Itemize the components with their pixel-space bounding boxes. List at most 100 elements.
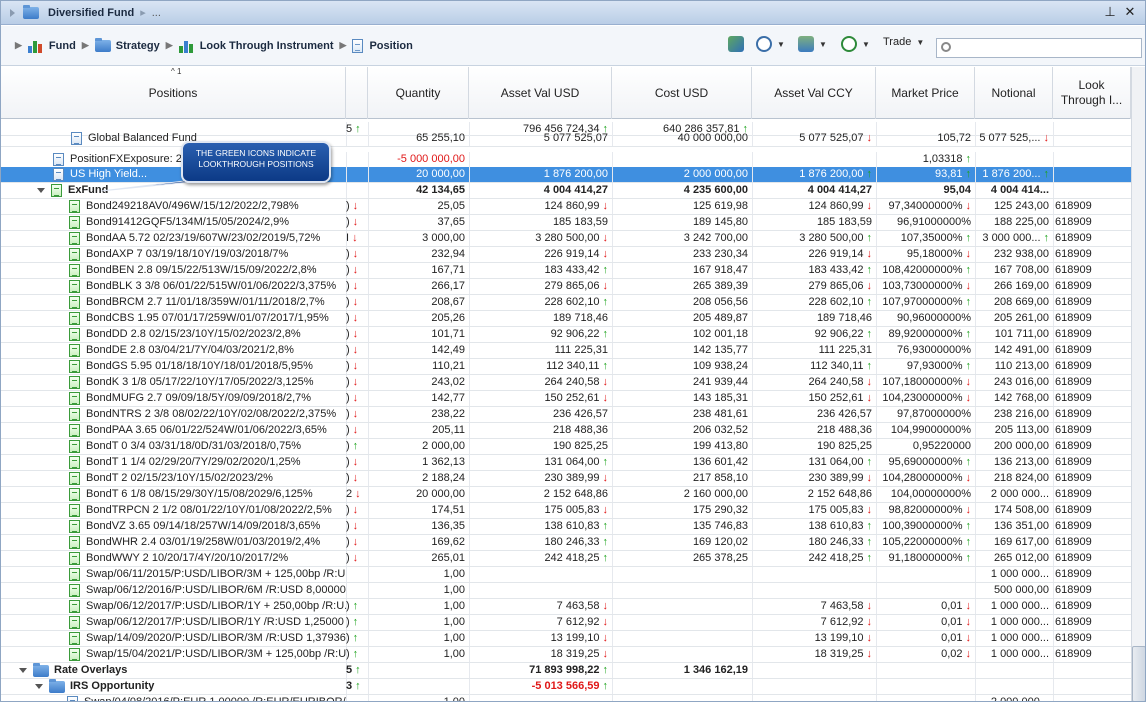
look-through-id-cell[interactable]: 618909: [1055, 423, 1131, 438]
cost-usd-cell[interactable]: [612, 599, 752, 614]
look-through-id-cell[interactable]: 618909: [1055, 487, 1131, 502]
market-price-cell[interactable]: 104,00000000%: [876, 487, 975, 502]
asset-val-usd-cell[interactable]: 124 860,99 ↓: [469, 199, 612, 214]
cost-usd-cell[interactable]: 208 056,56: [612, 295, 752, 310]
cost-usd-cell[interactable]: 1 346 162,19: [612, 663, 752, 678]
quantity-cell[interactable]: 37,65: [368, 215, 469, 230]
market-price-cell[interactable]: [876, 679, 975, 694]
asset-val-ccy-cell[interactable]: 1 876 200,00 ↑: [752, 167, 876, 182]
asset-val-ccy-cell[interactable]: 150 252,61 ↓: [752, 391, 876, 406]
asset-val-ccy-cell[interactable]: 7 463,58 ↓: [752, 599, 876, 614]
market-price-cell[interactable]: 108,42000000% ↑: [876, 263, 975, 278]
table-row[interactable]: Swap/06/12/2017/P:USD/LIBOR/1Y + 250,00b…: [1, 599, 1131, 615]
table-row[interactable]: BondMUFG 2.7 09/09/18/5Y/09/09/2018/2,7%…: [1, 391, 1131, 407]
market-price-cell[interactable]: 104,99000000%: [876, 423, 975, 438]
market-price-cell[interactable]: 107,97000000% ↑: [876, 295, 975, 310]
header-notional[interactable]: Notional: [975, 67, 1053, 119]
quantity-cell[interactable]: 2 000,00: [368, 439, 469, 454]
position-name-cell[interactable]: BondBRCM 2.7 11/01/18/359W/01/11/2018/2,…: [1, 295, 346, 310]
asset-val-ccy-cell[interactable]: 3 280 500,00 ↑: [752, 231, 876, 246]
breadcrumb-strategy[interactable]: ▶ Strategy: [76, 37, 160, 52]
asset-val-ccy-cell[interactable]: [752, 567, 876, 582]
position-name-cell[interactable]: BondMUFG 2.7 09/09/18/5Y/09/09/2018/2,7%: [1, 391, 346, 406]
asset-val-usd-cell[interactable]: 180 246,33 ↑: [469, 535, 612, 550]
asset-val-usd-cell[interactable]: 131 064,00 ↑: [469, 455, 612, 470]
refresh-button[interactable]: ▼: [841, 36, 870, 52]
asset-val-usd-cell[interactable]: -5 013 566,59 ↑: [469, 679, 612, 694]
asset-val-ccy-cell[interactable]: 190 825,25: [752, 439, 876, 454]
cost-usd-cell[interactable]: 143 185,31: [612, 391, 752, 406]
cost-usd-cell[interactable]: 238 481,61: [612, 407, 752, 422]
asset-val-ccy-cell[interactable]: [752, 679, 876, 694]
quantity-cell[interactable]: 42 134,65: [368, 183, 469, 198]
expand-toggle-icon[interactable]: [35, 684, 43, 689]
cost-usd-cell[interactable]: 142 135,77: [612, 343, 752, 358]
position-name-cell[interactable]: BondNTRS 2 3/8 08/02/22/10Y/02/08/2022/2…: [1, 407, 346, 422]
market-price-cell[interactable]: 103,73000000% ↓: [876, 279, 975, 294]
notional-cell[interactable]: 1 876 200... ↑: [975, 167, 1053, 182]
quantity-cell[interactable]: 1 362,13: [368, 455, 469, 470]
quantity-cell[interactable]: 1,00: [368, 599, 469, 614]
asset-val-usd-cell[interactable]: 2 152 648,86: [469, 487, 612, 502]
position-name-cell[interactable]: Swap/06/12/2016/P:USD/LIBOR/6M /R:USD 8,…: [1, 583, 346, 598]
asset-val-usd-cell[interactable]: 13 199,10 ↓: [469, 631, 612, 646]
notional-cell[interactable]: 200 000,00: [975, 439, 1053, 454]
notional-cell[interactable]: 101 711,00: [975, 327, 1053, 342]
notional-cell[interactable]: 218 824,00: [975, 471, 1053, 486]
header-look-through[interactable]: Look Through I...: [1053, 67, 1131, 119]
look-through-id-cell[interactable]: [1055, 679, 1131, 694]
quantity-cell[interactable]: 110,21: [368, 359, 469, 374]
market-price-cell[interactable]: 97,93000% ↑: [876, 359, 975, 374]
cost-usd-cell[interactable]: [612, 567, 752, 582]
market-price-cell[interactable]: 0,02 ↓: [876, 647, 975, 662]
asset-val-usd-cell[interactable]: 183 433,42 ↑: [469, 263, 612, 278]
quantity-cell[interactable]: 3 000,00: [368, 231, 469, 246]
table-row[interactable]: BondWHR 2.4 03/01/19/258W/01/03/2019/2,4…: [1, 535, 1131, 551]
look-through-id-cell[interactable]: 618909: [1055, 327, 1131, 342]
header-cost-usd[interactable]: Cost USD: [612, 67, 752, 119]
expand-toggle-icon[interactable]: [37, 188, 45, 193]
table-row[interactable]: BondTRPCN 2 1/2 08/01/22/10Y/01/08/2022/…: [1, 503, 1131, 519]
asset-val-ccy-cell[interactable]: 7 612,92 ↓: [752, 615, 876, 630]
cost-usd-cell[interactable]: 2 000 000,00: [612, 167, 752, 182]
position-name-cell[interactable]: BondTRPCN 2 1/2 08/01/22/10Y/01/08/2022/…: [1, 503, 346, 518]
position-name-cell[interactable]: BondCBS 1.95 07/01/17/259W/01/07/2017/1,…: [1, 311, 346, 326]
cost-usd-cell[interactable]: 136 601,42: [612, 455, 752, 470]
table-row[interactable]: Swap/14/09/2020/P:USD/LIBOR/3M /R:USD 1,…: [1, 631, 1131, 647]
notional-cell[interactable]: [975, 663, 1053, 678]
notional-cell[interactable]: 110 213,00: [975, 359, 1053, 374]
asset-val-usd-cell[interactable]: 3 280 500,00 ↓: [469, 231, 612, 246]
asset-val-usd-cell[interactable]: 7 463,58 ↓: [469, 599, 612, 614]
grid-settings-button[interactable]: [728, 36, 744, 52]
asset-val-ccy-cell[interactable]: 111 225,31: [752, 343, 876, 358]
look-through-id-cell[interactable]: 618909: [1055, 599, 1131, 614]
asset-val-ccy-cell[interactable]: 236 426,57: [752, 407, 876, 422]
look-through-id-cell[interactable]: 618909: [1055, 295, 1131, 310]
table-row[interactable]: BondGS 5.95 01/18/18/10Y/18/01/2018/5,95…: [1, 359, 1131, 375]
table-row[interactable]: Rate Overlays 5 ↑ 71 893 998,22 ↑ 1 346 162,1…: [1, 663, 1131, 679]
look-through-id-cell[interactable]: 618909: [1055, 311, 1131, 326]
position-name-cell[interactable]: Bond249218AV0/496W/15/12/2022/2,798%: [1, 199, 346, 214]
quantity-cell[interactable]: 136,35: [368, 519, 469, 534]
table-row[interactable]: BondBRCM 2.7 11/01/18/359W/01/11/2018/2,…: [1, 295, 1131, 311]
look-through-id-cell[interactable]: 618909: [1055, 567, 1131, 582]
position-name-cell[interactable]: BondAA 5.72 02/23/19/607W/23/02/2019/5,7…: [1, 231, 346, 246]
look-through-id-cell[interactable]: 618909: [1055, 391, 1131, 406]
notional-cell[interactable]: 205 261,00: [975, 311, 1053, 326]
look-through-id-cell[interactable]: 618909: [1055, 647, 1131, 662]
market-price-cell[interactable]: [876, 583, 975, 598]
market-price-cell[interactable]: 76,93000000%: [876, 343, 975, 358]
market-price-cell[interactable]: [876, 695, 975, 701]
asset-val-ccy-cell[interactable]: [752, 583, 876, 598]
pin-icon[interactable]: ⊥: [1102, 4, 1118, 20]
asset-val-usd-cell[interactable]: 185 183,59: [469, 215, 612, 230]
market-price-cell[interactable]: 104,28000000% ↓: [876, 471, 975, 486]
market-price-cell[interactable]: 90,96000000%: [876, 311, 975, 326]
quantity-cell[interactable]: [368, 663, 469, 678]
look-through-id-cell[interactable]: 618909: [1055, 535, 1131, 550]
market-price-cell[interactable]: 97,87000000%: [876, 407, 975, 422]
asset-val-usd-cell[interactable]: 230 389,99 ↓: [469, 471, 612, 486]
asset-val-ccy-cell[interactable]: 2 152 648,86: [752, 487, 876, 502]
cost-usd-cell[interactable]: [612, 647, 752, 662]
notional-cell[interactable]: 136 213,00: [975, 455, 1053, 470]
